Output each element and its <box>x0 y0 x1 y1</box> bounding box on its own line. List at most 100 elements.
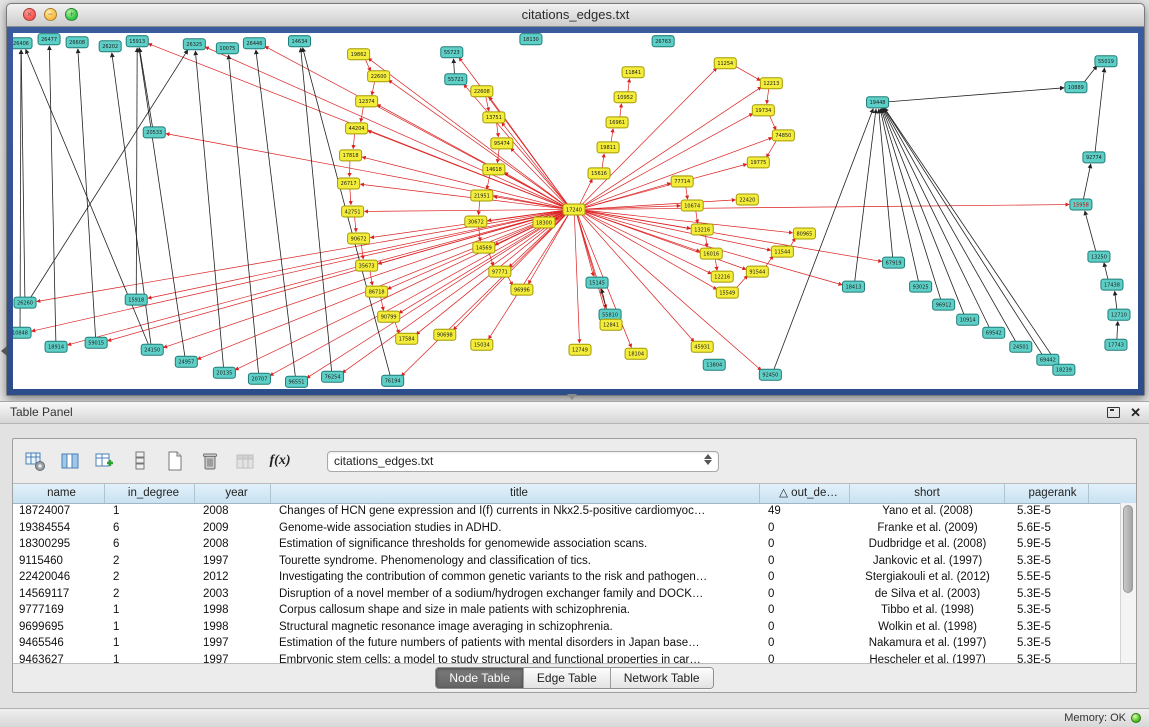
graph-node[interactable]: 90799 <box>378 311 400 322</box>
graph-node[interactable]: 15958 <box>1070 199 1092 210</box>
tab-edge-table[interactable]: Edge Table <box>523 668 610 688</box>
table-row[interactable]: 2242004622012Investigating the contribut… <box>13 569 1121 586</box>
graph-edge[interactable] <box>350 188 351 204</box>
graph-edge[interactable] <box>49 46 56 342</box>
graph-node[interactable]: 16016 <box>700 248 722 259</box>
graph-node[interactable]: 10848 <box>13 327 31 338</box>
graph-edge[interactable] <box>583 210 792 233</box>
graph-edge[interactable] <box>577 214 606 308</box>
graph-node[interactable]: 16961 <box>606 117 628 128</box>
graph-edge[interactable] <box>583 205 1069 210</box>
graph-node[interactable]: 90672 <box>348 233 370 244</box>
graph-edge[interactable] <box>372 81 375 95</box>
float-panel-icon[interactable] <box>1107 407 1120 418</box>
graph-node[interactable]: 93025 <box>910 281 932 292</box>
show-columns-icon[interactable] <box>58 449 82 473</box>
graph-node[interactable]: 19775 <box>747 157 769 168</box>
graph-node[interactable]: 80965 <box>793 228 815 239</box>
table-row[interactable]: 977716911998Corpus callosum shape and si… <box>13 602 1121 619</box>
graph-node[interactable]: 55723 <box>441 47 463 58</box>
window-titlebar[interactable]: × − + citations_edges.txt <box>7 4 1144 27</box>
column-header-2[interactable]: year <box>195 484 271 503</box>
graph-node[interactable]: 13804 <box>703 359 725 370</box>
new-file-icon[interactable] <box>163 449 187 473</box>
column-header-1[interactable]: in_degree <box>105 484 195 503</box>
graph-edge[interactable] <box>487 174 490 189</box>
graph-edge[interactable] <box>20 50 21 327</box>
graph-node[interactable]: 11544 <box>771 246 793 257</box>
graph-node[interactable]: 55721 <box>445 74 467 85</box>
graph-node[interactable]: 19811 <box>597 142 619 153</box>
close-window-icon[interactable]: × <box>23 8 36 21</box>
graph-node[interactable]: 45931 <box>691 341 713 352</box>
graph-edge[interactable] <box>1095 68 1104 152</box>
graph-node[interactable]: 59015 <box>85 337 107 348</box>
graph-node[interactable]: 55810 <box>599 309 621 320</box>
graph-node[interactable]: 26406 <box>13 38 32 49</box>
graph-node[interactable]: 13751 <box>483 112 505 123</box>
graph-node[interactable]: 15616 <box>588 168 610 179</box>
graph-node[interactable]: 44204 <box>346 123 368 134</box>
graph-node[interactable]: 74850 <box>772 130 794 141</box>
table-row[interactable]: 1456911722003Disruption of a novel membe… <box>13 586 1121 603</box>
graph-node[interactable]: 12749 <box>569 344 591 355</box>
graph-edge[interactable] <box>1117 322 1118 340</box>
graph-node[interactable]: 18130 <box>520 34 542 45</box>
graph-node[interactable]: 26260 <box>14 297 36 308</box>
tab-network-table[interactable]: Network Table <box>610 668 713 688</box>
graph-node[interactable]: 69542 <box>983 327 1005 338</box>
graph-node[interactable]: 15918 <box>125 294 147 305</box>
graph-edge[interactable] <box>881 109 941 300</box>
vertical-scrollbar[interactable] <box>1120 503 1136 663</box>
minimize-window-icon[interactable]: − <box>44 8 57 21</box>
graph-node[interactable]: 19448 <box>867 97 889 108</box>
close-panel-icon[interactable]: ✕ <box>1130 402 1141 423</box>
graph-node[interactable]: 92450 <box>759 369 781 380</box>
scrollbar-thumb[interactable] <box>1123 505 1133 593</box>
graph-edge[interactable] <box>365 210 565 212</box>
graph-edge[interactable] <box>486 96 489 111</box>
table-row[interactable]: 1872400712008Changes of HCN gene express… <box>13 503 1121 520</box>
graph-edge[interactable] <box>497 148 499 163</box>
graph-node[interactable]: 67919 <box>883 257 905 268</box>
graph-node[interactable]: 26717 <box>338 178 360 189</box>
graph-node[interactable]: 19734 <box>752 105 774 116</box>
graph-node[interactable]: 96996 <box>511 284 533 295</box>
column-header-3[interactable]: title <box>271 484 760 503</box>
graph-edge[interactable] <box>887 88 1064 102</box>
graph-edge[interactable] <box>574 215 579 343</box>
graph-node[interactable]: 95474 <box>491 138 513 149</box>
graph-node[interactable]: 14618 <box>483 164 505 175</box>
graph-edge[interactable] <box>401 213 567 376</box>
graph-edge[interactable] <box>349 160 350 176</box>
graph-edge[interactable] <box>884 108 1058 366</box>
graph-node[interactable]: 26608 <box>66 37 88 48</box>
network-canvas-area[interactable]: 2640626477266082620215913263251007526446… <box>13 33 1138 389</box>
graph-edge[interactable] <box>577 214 594 276</box>
graph-node[interactable]: 24150 <box>141 344 163 355</box>
graph-edge[interactable] <box>389 80 567 206</box>
graph-edge[interactable] <box>686 186 688 199</box>
graph-node[interactable]: 24957 <box>175 356 197 367</box>
graph-node[interactable]: 76254 <box>322 371 344 382</box>
graph-edge[interactable] <box>628 79 630 93</box>
graph-edge[interactable] <box>78 49 96 338</box>
graph-edge[interactable] <box>620 104 622 118</box>
import-table-icon[interactable] <box>233 449 257 473</box>
graph-node[interactable]: 21951 <box>471 190 493 201</box>
graph-node[interactable]: 26446 <box>243 38 265 49</box>
graph-edge[interactable] <box>454 59 455 74</box>
graph-edge[interactable] <box>602 154 604 169</box>
table-row[interactable]: 969969511998Structural magnetic resonanc… <box>13 619 1121 636</box>
graph-node[interactable]: 17743 <box>1105 339 1127 350</box>
graph-node[interactable]: 26763 <box>652 36 674 47</box>
graph-edge[interactable] <box>583 210 771 250</box>
graph-edge[interactable] <box>696 210 698 223</box>
graph-node[interactable]: 91544 <box>746 266 768 277</box>
graph-node[interactable]: 10889 <box>1065 82 1087 93</box>
graph-node[interactable]: 86718 <box>366 286 388 297</box>
graph-edge[interactable] <box>715 258 717 270</box>
graph-node[interactable]: 13250 <box>1088 251 1110 262</box>
graph-node[interactable]: 18239 <box>1053 364 1075 375</box>
delete-icon[interactable] <box>198 449 222 473</box>
